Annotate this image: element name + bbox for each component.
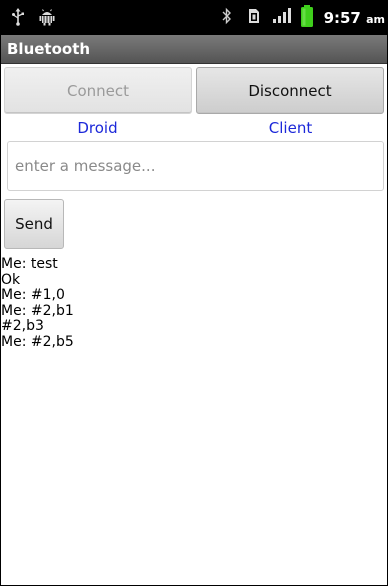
message-line: Me: test: [1, 256, 58, 272]
signal-icon: [272, 8, 292, 28]
connect-button[interactable]: Connect: [4, 67, 192, 114]
disconnect-button[interactable]: Disconnect: [196, 67, 384, 114]
battery-icon: [300, 5, 314, 31]
message-line: #2,b3: [1, 318, 44, 334]
title-bar: Bluetooth: [1, 35, 387, 64]
message-log: Me: test Ok Me: #1,0 Me: #2,b1 #2,b3 Me:…: [1, 256, 387, 350]
clock-time: 9:57: [323, 9, 361, 27]
app-title: Bluetooth: [7, 40, 91, 58]
clock-ampm: am: [366, 13, 385, 26]
message-line: Me: #2,b1: [1, 302, 74, 319]
message-line: Ok: [1, 271, 21, 288]
phone-screen: 9:57 am Bluetooth Connect Disconnect Dro…: [0, 0, 388, 586]
connection-labels: Droid Client: [1, 118, 387, 140]
connection-buttons: Connect Disconnect: [1, 64, 387, 114]
message-input[interactable]: [7, 141, 384, 191]
status-bar: 9:57 am: [1, 1, 387, 35]
android-debug-icon: [39, 8, 55, 30]
message-line: Me: #1,0: [1, 287, 65, 303]
usb-icon: [11, 8, 25, 30]
bluetooth-icon: [222, 7, 232, 29]
send-button[interactable]: Send: [4, 199, 64, 249]
sim-icon: [248, 8, 260, 28]
clock: 9:57 am: [324, 9, 385, 27]
message-line: Me: #2,b5: [1, 333, 74, 350]
device-label: Droid: [77, 119, 118, 137]
role-label: Client: [268, 119, 313, 137]
